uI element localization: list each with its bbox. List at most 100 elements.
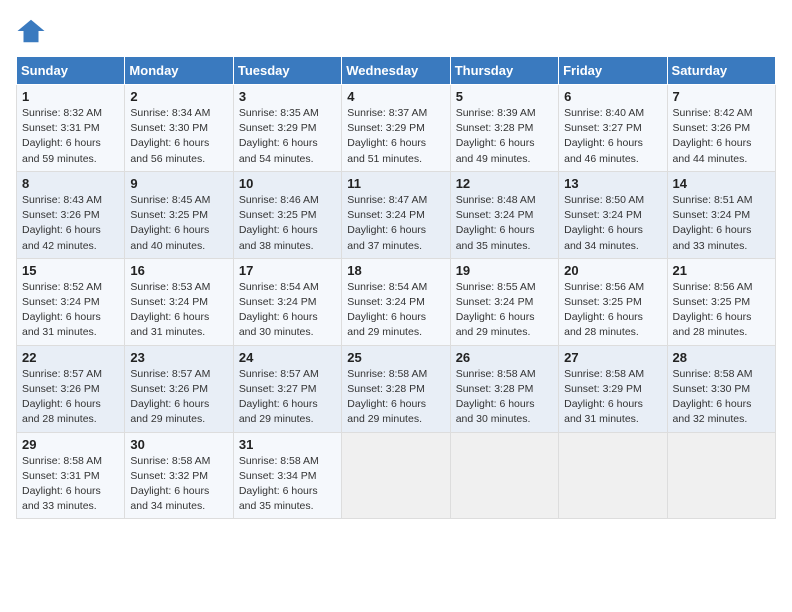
header-wednesday: Wednesday (342, 57, 450, 85)
day-info: Sunrise: 8:43 AMSunset: 3:26 PMDaylight:… (22, 193, 119, 254)
day-info: Sunrise: 8:34 AMSunset: 3:30 PMDaylight:… (130, 106, 227, 167)
day-number: 19 (456, 263, 553, 278)
day-number: 29 (22, 437, 119, 452)
day-info: Sunrise: 8:58 AMSunset: 3:32 PMDaylight:… (130, 454, 227, 515)
calendar-cell: 3 Sunrise: 8:35 AMSunset: 3:29 PMDaylight… (233, 85, 341, 172)
day-number: 1 (22, 89, 119, 104)
day-info: Sunrise: 8:58 AMSunset: 3:31 PMDaylight:… (22, 454, 119, 515)
calendar-week-row: 8Sunrise: 8:43 AMSunset: 3:26 PMDaylight… (17, 171, 776, 258)
day-number: 30 (130, 437, 227, 452)
day-info: Sunrise: 8:51 AMSunset: 3:24 PMDaylight:… (673, 193, 770, 254)
day-info: Sunrise: 8:58 AMSunset: 3:28 PMDaylight:… (456, 367, 553, 428)
header-sunday: Sunday (17, 57, 125, 85)
day-number: 31 (239, 437, 336, 452)
header-saturday: Saturday (667, 57, 775, 85)
calendar-cell: 8Sunrise: 8:43 AMSunset: 3:26 PMDaylight… (17, 171, 125, 258)
calendar-cell: 6 Sunrise: 8:40 AMSunset: 3:27 PMDaylight… (559, 85, 667, 172)
day-number: 18 (347, 263, 444, 278)
day-info: Sunrise: 8:56 AMSunset: 3:25 PMDaylight:… (564, 280, 661, 341)
header-thursday: Thursday (450, 57, 558, 85)
day-info: Sunrise: 8:57 AMSunset: 3:27 PMDaylight:… (239, 367, 336, 428)
calendar-cell: 21 Sunrise: 8:56 AMSunset: 3:25 PMDayligh… (667, 258, 775, 345)
calendar-cell: 23 Sunrise: 8:57 AMSunset: 3:26 PMDayligh… (125, 345, 233, 432)
calendar-cell (559, 432, 667, 519)
day-info: Sunrise: 8:58 AMSunset: 3:29 PMDaylight:… (564, 367, 661, 428)
day-number: 28 (673, 350, 770, 365)
day-info: Sunrise: 8:32 AMSunset: 3:31 PMDaylight:… (22, 106, 119, 167)
calendar-cell: 5Sunrise: 8:39 AMSunset: 3:28 PMDaylight… (450, 85, 558, 172)
day-number: 4 (347, 89, 444, 104)
header-friday: Friday (559, 57, 667, 85)
day-info: Sunrise: 8:47 AMSunset: 3:24 PMDaylight:… (347, 193, 444, 254)
calendar-cell: 13Sunrise: 8:50 AMSunset: 3:24 PMDayligh… (559, 171, 667, 258)
calendar-header-row: SundayMondayTuesdayWednesdayThursdayFrid… (17, 57, 776, 85)
day-info: Sunrise: 8:50 AMSunset: 3:24 PMDaylight:… (564, 193, 661, 254)
calendar-cell: 30 Sunrise: 8:58 AMSunset: 3:32 PMDayligh… (125, 432, 233, 519)
day-number: 21 (673, 263, 770, 278)
day-number: 23 (130, 350, 227, 365)
day-info: Sunrise: 8:54 AMSunset: 3:24 PMDaylight:… (347, 280, 444, 341)
calendar-cell: 27 Sunrise: 8:58 AMSunset: 3:29 PMDayligh… (559, 345, 667, 432)
day-number: 7 (673, 89, 770, 104)
day-number: 14 (673, 176, 770, 191)
day-info: Sunrise: 8:58 AMSunset: 3:30 PMDaylight:… (673, 367, 770, 428)
day-info: Sunrise: 8:56 AMSunset: 3:25 PMDaylight:… (673, 280, 770, 341)
calendar-cell: 17Sunrise: 8:54 AMSunset: 3:24 PMDayligh… (233, 258, 341, 345)
calendar-cell (342, 432, 450, 519)
calendar-cell: 4 Sunrise: 8:37 AMSunset: 3:29 PMDaylight… (342, 85, 450, 172)
calendar-cell: 14 Sunrise: 8:51 AMSunset: 3:24 PMDayligh… (667, 171, 775, 258)
day-info: Sunrise: 8:55 AMSunset: 3:24 PMDaylight:… (456, 280, 553, 341)
day-info: Sunrise: 8:42 AMSunset: 3:26 PMDaylight:… (673, 106, 770, 167)
calendar-cell: 9Sunrise: 8:45 AMSunset: 3:25 PMDaylight… (125, 171, 233, 258)
day-info: Sunrise: 8:58 AMSunset: 3:34 PMDaylight:… (239, 454, 336, 515)
day-number: 10 (239, 176, 336, 191)
day-number: 24 (239, 350, 336, 365)
day-number: 16 (130, 263, 227, 278)
day-number: 17 (239, 263, 336, 278)
day-number: 9 (130, 176, 227, 191)
day-info: Sunrise: 8:37 AMSunset: 3:29 PMDaylight:… (347, 106, 444, 167)
calendar-cell: 31 Sunrise: 8:58 AMSunset: 3:34 PMDayligh… (233, 432, 341, 519)
day-number: 5 (456, 89, 553, 104)
calendar-table: SundayMondayTuesdayWednesdayThursdayFrid… (16, 56, 776, 519)
calendar-cell: 10 Sunrise: 8:46 AMSunset: 3:25 PMDayligh… (233, 171, 341, 258)
day-number: 12 (456, 176, 553, 191)
calendar-cell: 18 Sunrise: 8:54 AMSunset: 3:24 PMDayligh… (342, 258, 450, 345)
day-number: 22 (22, 350, 119, 365)
calendar-cell: 7 Sunrise: 8:42 AMSunset: 3:26 PMDaylight… (667, 85, 775, 172)
calendar-cell: 1 Sunrise: 8:32 AMSunset: 3:31 PMDaylight… (17, 85, 125, 172)
calendar-cell: 2 Sunrise: 8:34 AMSunset: 3:30 PMDaylight… (125, 85, 233, 172)
day-number: 6 (564, 89, 661, 104)
calendar-week-row: 22 Sunrise: 8:57 AMSunset: 3:26 PMDayligh… (17, 345, 776, 432)
day-number: 2 (130, 89, 227, 104)
day-number: 25 (347, 350, 444, 365)
calendar-cell (667, 432, 775, 519)
logo-icon (16, 16, 46, 46)
day-info: Sunrise: 8:53 AMSunset: 3:24 PMDaylight:… (130, 280, 227, 341)
day-number: 3 (239, 89, 336, 104)
day-number: 15 (22, 263, 119, 278)
calendar-cell: 20 Sunrise: 8:56 AMSunset: 3:25 PMDayligh… (559, 258, 667, 345)
calendar-cell: 15 Sunrise: 8:52 AMSunset: 3:24 PMDayligh… (17, 258, 125, 345)
day-info: Sunrise: 8:40 AMSunset: 3:27 PMDaylight:… (564, 106, 661, 167)
calendar-cell: 22 Sunrise: 8:57 AMSunset: 3:26 PMDayligh… (17, 345, 125, 432)
day-number: 20 (564, 263, 661, 278)
day-number: 26 (456, 350, 553, 365)
calendar-cell: 29 Sunrise: 8:58 AMSunset: 3:31 PMDayligh… (17, 432, 125, 519)
calendar-cell: 26 Sunrise: 8:58 AMSunset: 3:28 PMDayligh… (450, 345, 558, 432)
calendar-cell: 24 Sunrise: 8:57 AMSunset: 3:27 PMDayligh… (233, 345, 341, 432)
calendar-cell: 11 Sunrise: 8:47 AMSunset: 3:24 PMDayligh… (342, 171, 450, 258)
calendar-week-row: 1 Sunrise: 8:32 AMSunset: 3:31 PMDaylight… (17, 85, 776, 172)
calendar-cell: 25Sunrise: 8:58 AMSunset: 3:28 PMDayligh… (342, 345, 450, 432)
day-info: Sunrise: 8:57 AMSunset: 3:26 PMDaylight:… (22, 367, 119, 428)
calendar-cell: 16 Sunrise: 8:53 AMSunset: 3:24 PMDayligh… (125, 258, 233, 345)
day-info: Sunrise: 8:57 AMSunset: 3:26 PMDaylight:… (130, 367, 227, 428)
header-monday: Monday (125, 57, 233, 85)
day-info: Sunrise: 8:52 AMSunset: 3:24 PMDaylight:… (22, 280, 119, 341)
day-info: Sunrise: 8:35 AMSunset: 3:29 PMDaylight:… (239, 106, 336, 167)
logo (16, 16, 50, 46)
day-info: Sunrise: 8:46 AMSunset: 3:25 PMDaylight:… (239, 193, 336, 254)
day-number: 11 (347, 176, 444, 191)
day-number: 27 (564, 350, 661, 365)
day-info: Sunrise: 8:48 AMSunset: 3:24 PMDaylight:… (456, 193, 553, 254)
